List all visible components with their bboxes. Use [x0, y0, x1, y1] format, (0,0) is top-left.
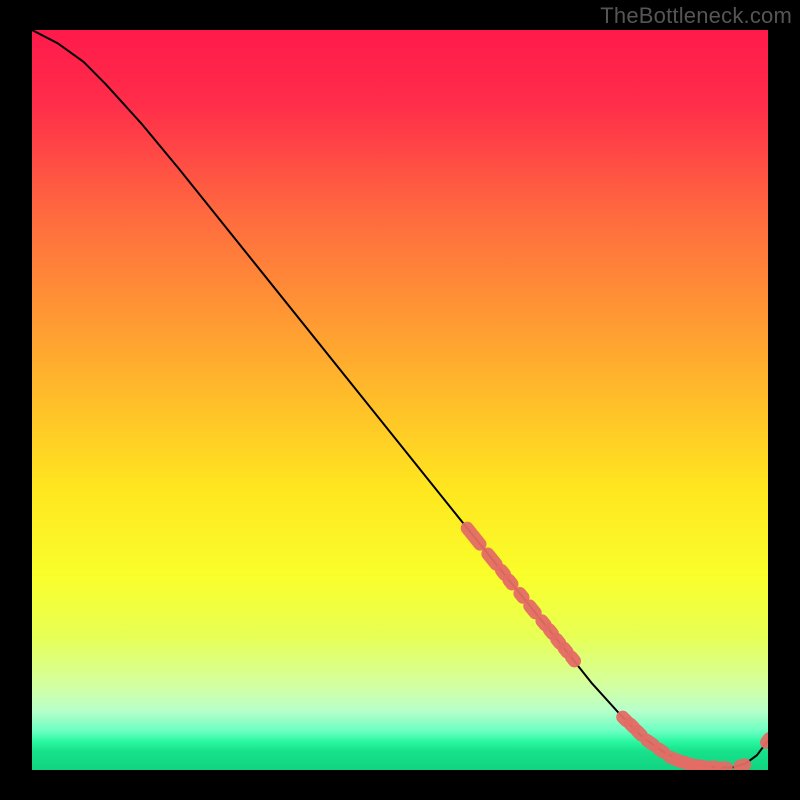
chart-svg — [32, 30, 768, 770]
watermark-text: TheBottleneck.com — [600, 3, 792, 29]
chart-background — [32, 30, 768, 770]
chart-frame: TheBottleneck.com — [0, 0, 800, 800]
plot-area — [32, 30, 768, 770]
